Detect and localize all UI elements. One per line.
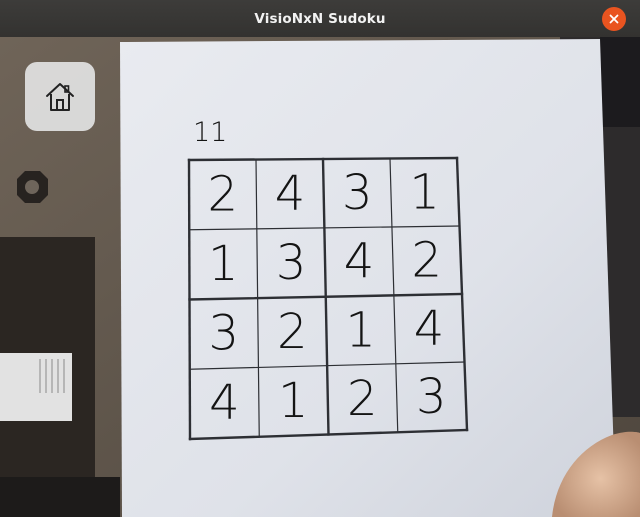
- close-icon: [609, 14, 619, 24]
- window-title: VisioNxN Sudoku: [254, 10, 386, 27]
- grid-cell-digit: 1: [278, 373, 309, 429]
- grid-cell-digit: 4: [344, 234, 375, 290]
- camera-scene: 11 2 4 3 11 3 4 23 2 1 44 1 2 3: [0, 37, 640, 517]
- puzzle-label: 11: [193, 117, 227, 148]
- grid-cell-digit: 3: [342, 165, 373, 221]
- grid-cell-digit: 2: [347, 371, 378, 427]
- close-button[interactable]: [602, 7, 626, 31]
- grid-cell-digit: 3: [276, 235, 307, 291]
- grid-cell-digit: 1: [409, 164, 440, 220]
- grid-cell-digit: 2: [207, 167, 238, 223]
- grid-cell-digit: 3: [416, 369, 447, 425]
- title-bar: VisioNxN Sudoku: [0, 0, 640, 37]
- grid-cell-digit: 4: [275, 166, 306, 222]
- grid-cell-digit: 3: [209, 306, 240, 362]
- grid-cell-digit: 1: [345, 302, 376, 358]
- grid-cell-digit: 2: [277, 304, 308, 360]
- grid-cell-digit: 4: [414, 301, 445, 357]
- grid-cell-digit: 2: [412, 233, 443, 289]
- grid-cell-digit: 4: [209, 375, 240, 431]
- background-ac-unit: [0, 353, 72, 421]
- home-button[interactable]: [25, 62, 95, 131]
- grid-cell-digit: 1: [208, 236, 239, 292]
- camera-feed: 11 2431134232144123: [0, 37, 640, 517]
- home-icon: [46, 82, 74, 111]
